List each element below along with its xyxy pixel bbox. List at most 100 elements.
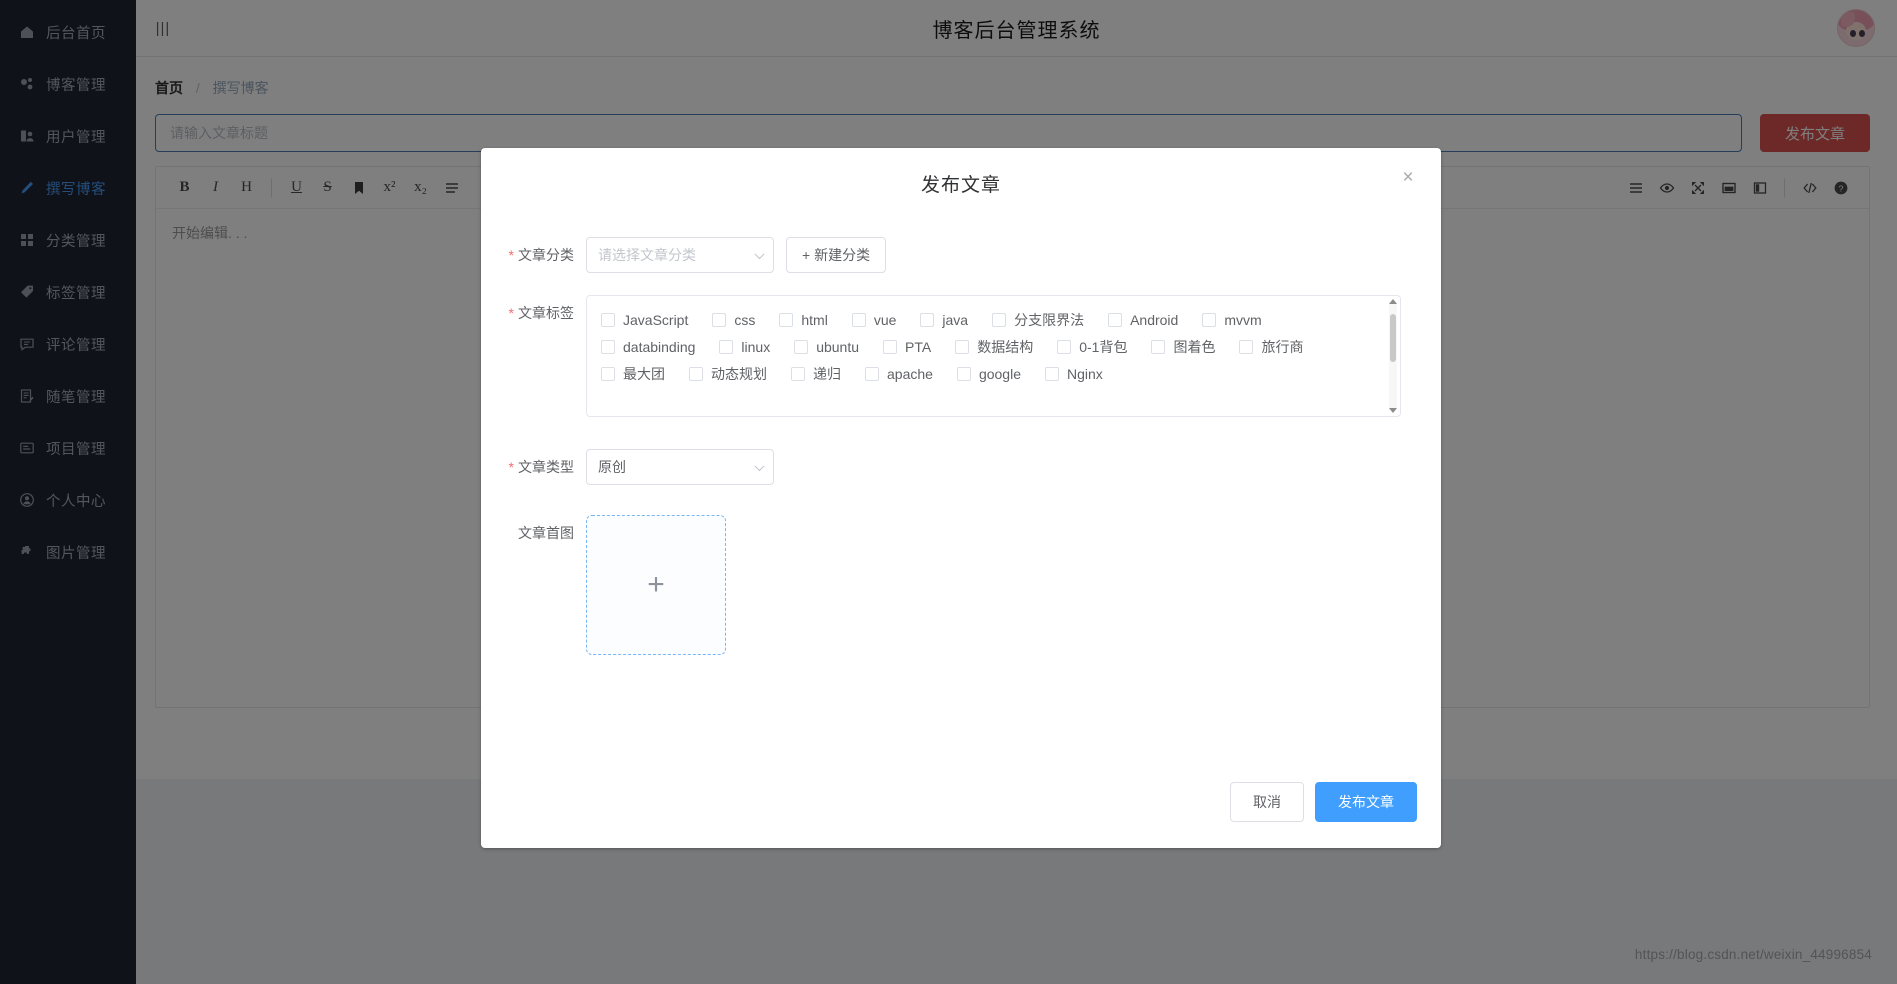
tags-scrollbar[interactable] <box>1389 297 1397 415</box>
tags-grid: JavaScript css html vue java 分支限界法 Android mvvm… <box>601 306 1378 387</box>
tag-checkbox-item[interactable]: Android <box>1108 306 1178 333</box>
scroll-down-icon[interactable] <box>1389 406 1397 415</box>
checkbox-icon[interactable] <box>851 312 866 327</box>
tag-checkbox-item[interactable]: 动态规划 <box>689 360 767 387</box>
category-select[interactable]: 请选择文章分类 <box>586 237 774 273</box>
required-mark: * <box>508 305 514 321</box>
cover-image-uploader[interactable]: + <box>586 515 726 655</box>
tags-label-text: 文章标签 <box>518 305 574 321</box>
tag-label: Android <box>1130 311 1179 328</box>
tag-checkbox-item[interactable]: ubuntu <box>794 333 859 360</box>
required-mark: * <box>508 247 514 263</box>
article-type-value: 原创 <box>598 459 626 475</box>
dialog-header: 发布文章 × <box>481 148 1441 207</box>
tag-label: linux <box>741 338 771 355</box>
tag-checkbox-item[interactable]: apache <box>865 360 933 387</box>
checkbox-icon[interactable] <box>1044 366 1059 381</box>
cancel-button[interactable]: 取消 <box>1230 782 1304 822</box>
tag-label: 递归 <box>813 365 841 382</box>
new-category-button[interactable]: + 新建分类 <box>786 237 887 273</box>
cover-field: + <box>586 515 1401 655</box>
tag-checkbox-item[interactable]: vue <box>851 306 897 333</box>
tag-checkbox-item[interactable]: mvvm <box>1202 306 1262 333</box>
tag-label: 数据结构 <box>977 338 1034 355</box>
cover-label: 文章首图 <box>481 515 586 551</box>
tag-checkbox-item[interactable]: css <box>712 306 755 333</box>
publish-article-dialog: 发布文章 × * 文章分类 请选择文章分类 + 新建分类 * 文章标签 Java… <box>481 148 1441 848</box>
dialog-body: * 文章分类 请选择文章分类 + 新建分类 * 文章标签 JavaScript css… <box>481 207 1441 782</box>
confirm-publish-button[interactable]: 发布文章 <box>1315 782 1417 822</box>
required-mark: * <box>508 459 514 475</box>
checkbox-icon[interactable] <box>1108 312 1123 327</box>
tag-checkbox-item[interactable]: html <box>779 306 828 333</box>
tag-checkbox-item[interactable]: java <box>920 306 968 333</box>
tag-label: 最大团 <box>623 365 665 382</box>
tag-checkbox-item[interactable]: databinding <box>601 333 695 360</box>
tag-checkbox-item[interactable]: linux <box>719 333 770 360</box>
checkbox-icon[interactable] <box>955 339 970 354</box>
checkbox-icon[interactable] <box>883 339 898 354</box>
dialog-title: 发布文章 <box>920 175 1001 196</box>
cover-label-text: 文章首图 <box>518 525 574 541</box>
form-row-type: * 文章类型 原创 <box>481 449 1401 485</box>
tags-label: * 文章标签 <box>481 295 586 331</box>
checkbox-icon[interactable] <box>601 312 615 327</box>
checkbox-icon[interactable] <box>865 366 879 381</box>
scrollbar-thumb[interactable] <box>1390 314 1396 362</box>
chevron-down-icon <box>754 461 765 472</box>
chevron-down-icon <box>754 249 765 260</box>
article-type-select[interactable]: 原创 <box>586 449 774 485</box>
tag-checkbox-item[interactable]: 递归 <box>791 360 841 387</box>
tag-checkbox-item[interactable]: 0-1背包 <box>1057 333 1127 360</box>
checkbox-icon[interactable] <box>1151 339 1166 354</box>
tag-label: 0-1背包 <box>1079 338 1128 355</box>
category-select-placeholder: 请选择文章分类 <box>598 247 696 263</box>
tags-checkbox-panel[interactable]: JavaScript css html vue java 分支限界法 Android mvvm… <box>586 295 1401 417</box>
tag-label: html <box>801 311 828 328</box>
close-icon[interactable]: × <box>1397 168 1419 190</box>
checkbox-icon[interactable] <box>712 312 727 327</box>
tag-label: 动态规划 <box>711 365 767 382</box>
checkbox-icon[interactable] <box>601 339 615 354</box>
tags-field: JavaScript css html vue java 分支限界法 Android mvvm… <box>586 295 1401 417</box>
type-field: 原创 <box>586 449 1401 485</box>
tag-checkbox-item[interactable]: 图着色 <box>1151 333 1215 360</box>
tag-label: ubuntu <box>816 338 860 355</box>
tag-label: Nginx <box>1066 365 1103 382</box>
scroll-up-icon[interactable] <box>1389 297 1397 306</box>
tag-label: 分支限界法 <box>1014 311 1085 328</box>
tag-checkbox-item[interactable]: 最大团 <box>601 360 665 387</box>
type-label: * 文章类型 <box>481 449 586 485</box>
tag-label: 旅行商 <box>1261 338 1304 355</box>
checkbox-icon[interactable] <box>956 366 971 381</box>
type-label-text: 文章类型 <box>518 459 574 475</box>
tag-checkbox-item[interactable]: 旅行商 <box>1239 333 1303 360</box>
form-row-category: * 文章分类 请选择文章分类 + 新建分类 <box>481 237 1401 273</box>
tag-checkbox-item[interactable]: PTA <box>883 333 931 360</box>
tag-checkbox-item[interactable]: google <box>956 360 1021 387</box>
tag-label: databinding <box>623 338 696 355</box>
checkbox-icon[interactable] <box>601 366 615 381</box>
tag-label: PTA <box>905 338 932 355</box>
form-row-cover: 文章首图 + <box>481 515 1401 655</box>
tag-checkbox-item[interactable]: 分支限界法 <box>992 306 1084 333</box>
checkbox-icon[interactable] <box>689 366 703 381</box>
checkbox-icon[interactable] <box>791 366 805 381</box>
tag-label: css <box>734 311 756 328</box>
checkbox-icon[interactable] <box>719 339 734 354</box>
tag-label: google <box>978 365 1021 382</box>
tag-label: vue <box>873 311 897 328</box>
checkbox-icon[interactable] <box>992 312 1007 327</box>
tag-checkbox-item[interactable]: 数据结构 <box>955 333 1033 360</box>
category-label-text: 文章分类 <box>518 247 574 263</box>
checkbox-icon[interactable] <box>1202 312 1217 327</box>
tag-checkbox-item[interactable]: Nginx <box>1044 360 1103 387</box>
checkbox-icon[interactable] <box>1057 339 1072 354</box>
checkbox-icon[interactable] <box>1239 339 1254 354</box>
checkbox-icon[interactable] <box>779 312 794 327</box>
checkbox-icon[interactable] <box>794 339 809 354</box>
tag-checkbox-item[interactable]: JavaScript <box>601 306 688 333</box>
tag-label: 图着色 <box>1173 338 1216 355</box>
checkbox-icon[interactable] <box>920 312 935 327</box>
category-field: 请选择文章分类 + 新建分类 <box>586 237 1401 273</box>
